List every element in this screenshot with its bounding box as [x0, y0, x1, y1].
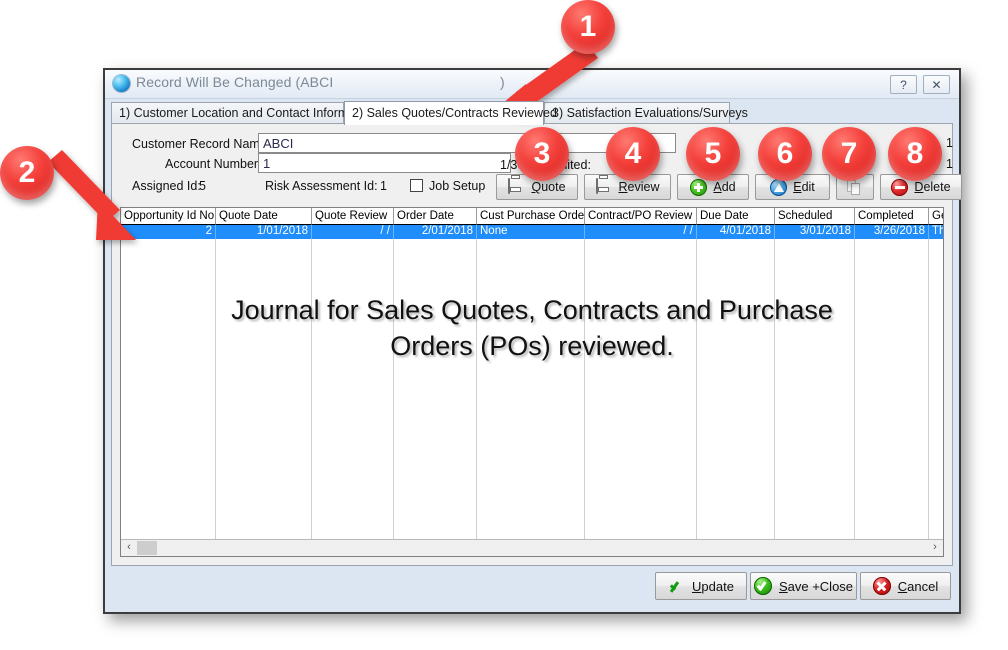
callout-badge-2: 2 [0, 146, 54, 200]
job-setup-checkbox[interactable] [410, 179, 423, 192]
callout-badge-3: 3 [515, 127, 569, 181]
cell-scheduled: 3/01/2018 [775, 225, 855, 239]
scrollbar-thumb[interactable] [137, 541, 157, 555]
col-due-date[interactable]: Due Date [697, 208, 775, 225]
grid-annotation-caption: Journal for Sales Quotes, Contracts and … [121, 292, 943, 364]
cancel-button-label: Cancel [898, 579, 938, 594]
risk-assessment-id-value: 1 [380, 179, 387, 193]
tab-strip: 1) Customer Location and Contact Informa… [111, 101, 953, 124]
update-button-label: Update [692, 579, 734, 594]
tab-satisfaction-evaluations[interactable]: 3) Satisfaction Evaluations/Surveys [544, 102, 730, 124]
scroll-left-arrow-icon[interactable]: ‹ [122, 540, 136, 555]
cell-opportunity-id-no: 2 [121, 225, 216, 239]
update-button[interactable]: Update [655, 572, 747, 600]
col-contract-po-review[interactable]: Contract/PO Review [585, 208, 697, 225]
title-bar: Record Will Be Changed (ABCI ) ? ✕ [105, 70, 959, 99]
cell-contract-po-review: / / [585, 225, 697, 239]
caption-line-1: Journal for Sales Quotes, Contracts and … [121, 292, 943, 328]
customer-record-name-label: Customer Record Name: [132, 137, 270, 151]
risk-assessment-id-label: Risk Assessment Id: [265, 179, 378, 193]
col-cust-purchase-order[interactable]: Cust Purchase Order [477, 208, 585, 225]
quote-button-label: QQuoteuote [531, 180, 565, 194]
cancel-x-icon [873, 577, 891, 595]
reference-value-top: 1 [946, 136, 953, 150]
save-close-button-label: Save +Close [779, 579, 853, 594]
tab-panel-sales-quotes: Customer Record Name: Account Number: ef… [111, 123, 953, 566]
printer-icon [596, 179, 613, 196]
callout-badge-6: 6 [758, 127, 812, 181]
callout-badge-7: 7 [822, 127, 876, 181]
assigned-id-label: Assigned Id: [132, 179, 201, 193]
assigned-id-value: 5 [199, 179, 206, 193]
tab-customer-location[interactable]: 1) Customer Location and Contact Informa… [111, 102, 344, 124]
horizontal-scrollbar[interactable]: ‹ › [121, 539, 943, 556]
cell-completed: 3/26/2018 [855, 225, 929, 239]
close-button[interactable]: ✕ [923, 75, 950, 94]
dialog-footer: Update Save +Close Cancel [111, 568, 953, 606]
callout-badge-8: 8 [888, 127, 942, 181]
cancel-button[interactable]: Cancel [860, 572, 951, 600]
col-order-date[interactable]: Order Date [394, 208, 477, 225]
add-circle-icon [690, 179, 707, 196]
tab-sales-quotes[interactable]: 2) Sales Quotes/Contracts Reviewed [344, 101, 544, 125]
delete-circle-icon [891, 179, 908, 196]
cell-due-date: 4/01/2018 [697, 225, 775, 239]
records-grid: Opportunity Id No Quote Date Quote Revie… [120, 207, 944, 557]
cell-cust-purchase-order: None [477, 225, 585, 239]
callout-badge-1: 1 [561, 0, 615, 54]
add-button-label: Add [713, 180, 735, 194]
checkmark-icon [668, 578, 685, 595]
copy-icon [847, 180, 864, 195]
account-number-label: Account Number: [165, 157, 262, 171]
col-opportunity-id-no[interactable]: Opportunity Id No [121, 208, 216, 225]
col-quote-review[interactable]: Quote Review [312, 208, 394, 225]
col-general-description[interactable]: General D [929, 208, 944, 225]
col-scheduled[interactable]: Scheduled [775, 208, 855, 225]
account-number-input[interactable] [258, 153, 511, 173]
delete-button-label: Delete [914, 180, 950, 194]
callout-badge-5: 5 [686, 127, 740, 181]
cell-order-date: 2/01/2018 [394, 225, 477, 239]
printer-icon [508, 179, 525, 196]
col-completed[interactable]: Completed [855, 208, 929, 225]
window-title: Record Will Be Changed (ABCI [136, 74, 333, 90]
col-quote-date[interactable]: Quote Date [216, 208, 312, 225]
cell-general-description: This is Op [929, 225, 944, 239]
app-globe-icon [113, 75, 130, 92]
callout-badge-4: 4 [606, 127, 660, 181]
save-check-icon [754, 577, 772, 595]
edit-button-label: Edit [793, 180, 815, 194]
caption-line-2: Orders (POs) reviewed. [121, 328, 943, 364]
scroll-right-arrow-icon[interactable]: › [928, 540, 942, 555]
cell-quote-date: 1/01/2018 [216, 225, 312, 239]
window-title-paren: ) [500, 74, 505, 90]
review-button-label: Review [619, 180, 660, 194]
grid-header-row: Opportunity Id No Quote Date Quote Revie… [121, 208, 943, 225]
help-button[interactable]: ? [890, 75, 917, 94]
cell-quote-review: / / [312, 225, 394, 239]
reference-value-bottom: 1 [946, 157, 953, 171]
job-setup-label: Job Setup [429, 179, 485, 193]
edit-circle-icon [770, 179, 787, 196]
save-close-button[interactable]: Save +Close [750, 572, 857, 600]
table-row[interactable]: 2 1/01/2018 / / 2/01/2018 None / / 4/01/… [121, 225, 943, 239]
